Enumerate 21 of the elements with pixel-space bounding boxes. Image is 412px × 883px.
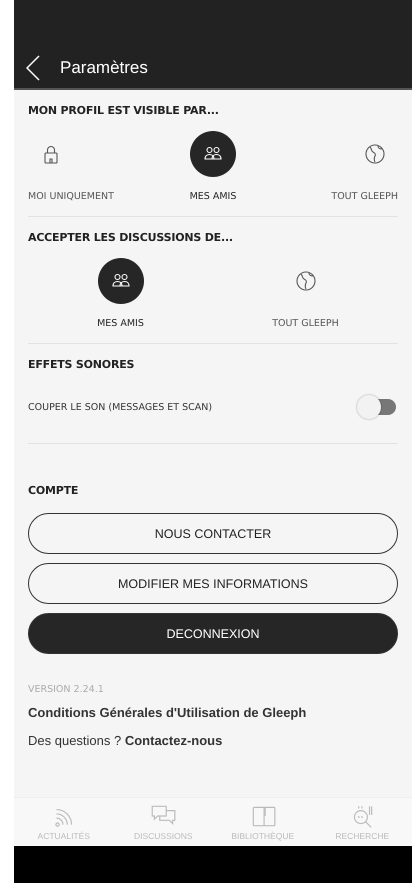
logout-button[interactable]: DECONNEXION — [28, 613, 398, 654]
option-button[interactable]: TOUT GLEEPH — [250, 258, 360, 329]
option-button[interactable]: MES AMIS — [158, 131, 268, 202]
contact-text[interactable]: Des questions ? Contactez-nous — [28, 733, 398, 748]
option-button[interactable]: MOI UNIQUEMENT — [28, 131, 138, 202]
section-title: EFFETS SONORES — [28, 358, 136, 371]
option-button[interactable]: TOUT GLEEPH — [288, 131, 398, 202]
toggle-label: COUPER LE SON (MESSAGES ET SCAN) — [28, 402, 212, 412]
toggle-switch[interactable] — [356, 393, 398, 421]
option-button[interactable]: MES AMIS — [66, 258, 176, 329]
globe-icon — [363, 142, 387, 166]
page-title: Paramètres — [60, 58, 148, 78]
section-title: COMPTE — [28, 484, 80, 497]
action-button[interactable]: NOUS CONTACTER — [28, 513, 398, 554]
section-title: ACCEPTER LES DISCUSSIONS DE... — [28, 231, 234, 244]
section-title: MON PROFIL EST VISIBLE PAR... — [28, 104, 220, 117]
version-text: VERSION 2.24.1 — [28, 684, 105, 695]
terms-link[interactable]: Conditions Générales d'Utilisation de Gleeph — [28, 705, 398, 720]
back-icon[interactable] — [26, 55, 40, 81]
globe-icon — [294, 269, 318, 293]
action-button[interactable]: MODIFIER MES INFORMATIONS — [28, 563, 398, 604]
